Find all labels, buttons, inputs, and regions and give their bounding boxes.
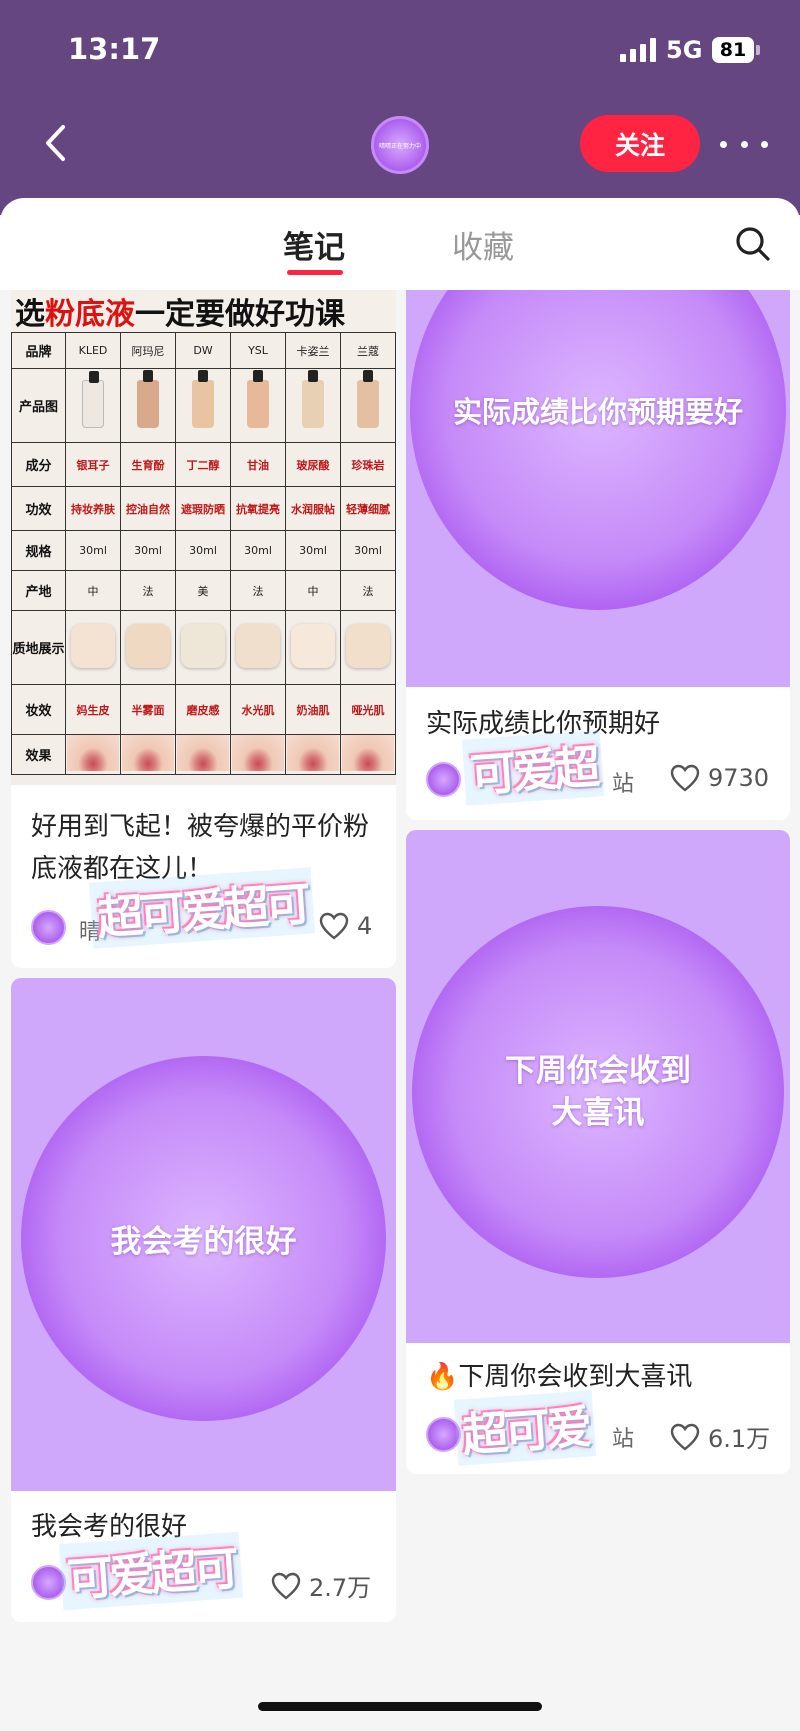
profile-avatar[interactable]: 晴晴正在努力中: [371, 116, 429, 174]
like-count: 9730: [708, 764, 770, 792]
heart-icon: [670, 1423, 700, 1451]
status-bar: 13:17 5G 81: [0, 0, 800, 100]
note-card[interactable]: 下周你会收到大喜讯 🔥下周你会收到大喜讯 超可爱 站 6.1万: [406, 830, 790, 1474]
network-type: 5G: [666, 36, 703, 64]
tab-collections[interactable]: 收藏: [452, 222, 514, 267]
author-avatar: [31, 910, 66, 945]
foundation-comparison-image: 选 粉底液 一定要做好功课 品牌 KLED 阿玛尼 DW YSL 卡姿兰 兰蔻 …: [11, 290, 396, 785]
like-button[interactable]: 2.7万: [271, 1568, 371, 1603]
bottle-armani: [137, 370, 159, 428]
author-name: 站: [612, 772, 635, 797]
chart-title: 选 粉底液 一定要做好功课: [11, 290, 396, 332]
heart-icon: [271, 1572, 301, 1600]
like-button[interactable]: 9730: [670, 764, 769, 792]
back-chevron-icon: [46, 125, 65, 161]
author-avatar: [426, 762, 461, 797]
cute-sticker-overlay: 超可爱超可: [88, 867, 316, 949]
cute-sticker-overlay: 可爱超: [461, 730, 605, 806]
like-count: 2.7万: [309, 1574, 372, 1602]
status-time: 13:17: [68, 32, 161, 66]
cover-orb: 下周你会收到大喜讯: [412, 906, 784, 1278]
active-tab-indicator: [287, 270, 343, 275]
like-count: 6.1万: [708, 1425, 771, 1453]
note-cover-image: 我会考的很好: [11, 978, 396, 1491]
like-button[interactable]: 6.1万: [670, 1419, 770, 1454]
home-indicator[interactable]: [258, 1702, 542, 1711]
note-card[interactable]: 选 粉底液 一定要做好功课 品牌 KLED 阿玛尼 DW YSL 卡姿兰 兰蔻 …: [11, 290, 396, 968]
bottle-ysl: [247, 370, 269, 428]
back-button[interactable]: [30, 118, 80, 168]
bottle-kled: [82, 371, 104, 428]
avatar-text: 晴晴正在努力中: [378, 142, 421, 150]
author-name: 站: [612, 1427, 635, 1452]
battery-icon: 81: [712, 37, 754, 63]
heart-icon: [670, 764, 700, 792]
note-card[interactable]: 实际成绩比你预期要好 实际成绩比你预期好 可爱超 站 9730: [406, 290, 790, 820]
cute-sticker-overlay: 可爱超可: [58, 1531, 244, 1611]
comparison-table: 品牌 KLED 阿玛尼 DW YSL 卡姿兰 兰蔻 产品图 成分 银耳子 生育酚…: [11, 332, 396, 775]
note-cover-image: 下周你会收到大喜讯: [406, 830, 790, 1343]
bottle-lancome: [357, 370, 379, 428]
cover-orb: 实际成绩比你预期要好: [410, 290, 786, 610]
like-button[interactable]: 4: [319, 912, 372, 940]
signal-icon: [620, 38, 656, 62]
follow-button[interactable]: 关注: [580, 115, 700, 172]
battery-tip: [756, 45, 760, 55]
search-icon[interactable]: [733, 224, 773, 264]
bottle-carslan: [302, 370, 324, 428]
tab-bar: 笔记 收藏: [0, 198, 800, 290]
like-count: 4: [357, 912, 373, 940]
heart-icon: [319, 912, 349, 940]
note-cover-image: 实际成绩比你预期要好: [406, 290, 790, 687]
cute-sticker-overlay: 超可爱: [453, 1390, 597, 1466]
note-card[interactable]: 我会考的很好 我会考的很好 可爱超可 2.7万: [11, 978, 396, 1622]
tab-notes[interactable]: 笔记: [283, 222, 345, 267]
more-dots-icon[interactable]: [720, 128, 768, 160]
bottle-dw: [192, 370, 214, 428]
cover-orb: 我会考的很好: [21, 1056, 386, 1421]
